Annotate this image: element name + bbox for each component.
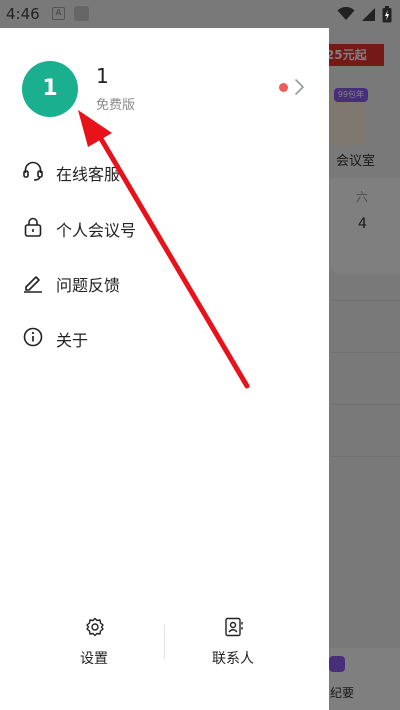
menu-label: 个人会议号 bbox=[56, 221, 137, 240]
menu-label: 关于 bbox=[56, 331, 89, 350]
edit-icon bbox=[24, 276, 42, 293]
settings-button[interactable]: 设置 bbox=[24, 608, 164, 678]
contacts-label: 联系人 bbox=[212, 651, 254, 667]
drawer-bottom-bar: 设置 联系人 bbox=[0, 608, 329, 688]
wifi-icon bbox=[337, 7, 355, 20]
battery-icon bbox=[382, 5, 392, 22]
status-icons bbox=[337, 4, 392, 24]
contacts-button[interactable]: 联系人 bbox=[163, 608, 303, 678]
status-bar: 4:46 A bbox=[0, 0, 400, 28]
lock-icon bbox=[24, 217, 42, 237]
chevron-right-icon[interactable] bbox=[294, 78, 306, 96]
menu-item-feedback[interactable]: 问题反馈 bbox=[0, 256, 329, 308]
menu-item-personal-meeting-id[interactable]: 个人会议号 bbox=[0, 201, 329, 253]
notification-dot bbox=[279, 83, 288, 92]
avatar[interactable]: 1 bbox=[22, 61, 78, 117]
menu-label: 在线客服 bbox=[56, 165, 121, 184]
info-icon bbox=[23, 327, 43, 347]
menu-label: 问题反馈 bbox=[56, 276, 121, 295]
menu-item-customer-service[interactable]: 在线客服 bbox=[0, 145, 329, 197]
contacts-icon bbox=[225, 617, 243, 637]
user-name: 1 bbox=[96, 64, 109, 88]
user-plan: 免费版 bbox=[96, 98, 136, 113]
notification-square-icon bbox=[74, 6, 89, 21]
profile-header[interactable]: 1 1 免费版 bbox=[0, 28, 329, 128]
status-time: 4:46 bbox=[6, 5, 40, 23]
gear-icon bbox=[86, 617, 104, 637]
headset-icon bbox=[23, 161, 43, 181]
menu-item-about[interactable]: 关于 bbox=[0, 311, 329, 363]
signal-icon bbox=[362, 7, 375, 21]
side-drawer: 1 1 免费版 在线客服 个人会议号 问题反馈 关于 设置 联系人 bbox=[0, 28, 329, 710]
settings-label: 设置 bbox=[80, 651, 108, 667]
app-notification-icon: A bbox=[52, 7, 65, 20]
